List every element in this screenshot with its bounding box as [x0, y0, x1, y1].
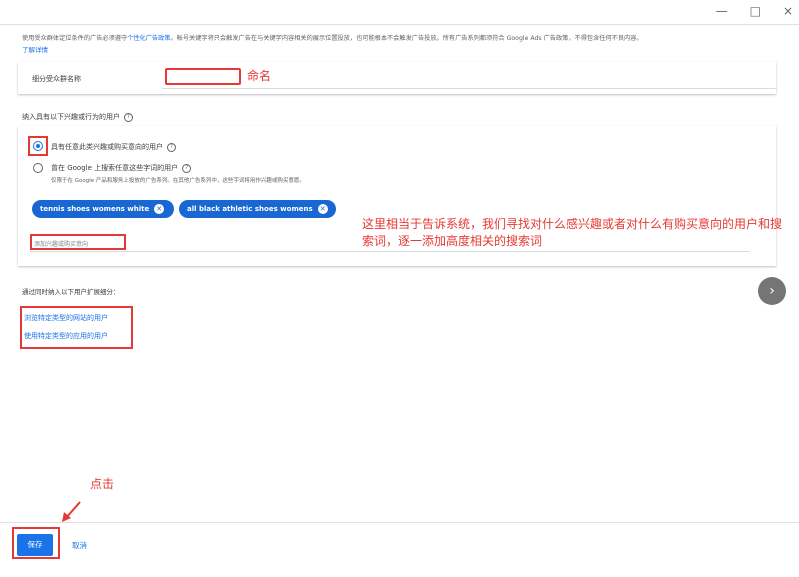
option-any-interest-label: 具有任意此类兴趣或购买意向的用户 [51, 143, 163, 151]
notice-text-after: 。帐号关键字将只会触发广告在与关键字内容相关的展示位置投放，也可能根本不会触发广… [170, 35, 643, 42]
add-interest-input[interactable]: 添加兴趣或购买意向 [30, 234, 126, 250]
maximize-button[interactable]: □ [750, 4, 761, 18]
next-arrow-button[interactable]: › [758, 277, 786, 305]
segment-name-card: 细分受众群名称 [18, 62, 776, 94]
policy-notice: 使用受众群体定位条件的广告必须遵守个性化广告政策。帐号关键字将只会触发广告在与关… [22, 34, 782, 43]
use-apps-link[interactable]: 使用特定类型的应用的用户 [24, 331, 108, 341]
help-icon[interactable]: ? [167, 142, 176, 152]
remove-chip-icon[interactable]: ✕ [154, 204, 165, 214]
annotation-click: 点击 [90, 477, 115, 491]
close-button[interactable]: × [783, 4, 793, 18]
section-title-text: 纳入具有以下兴趣或行为的用户 [22, 113, 120, 121]
minimize-button[interactable]: — [716, 4, 728, 18]
segment-name-underline [162, 88, 777, 89]
save-button[interactable]: 保存 [17, 534, 53, 556]
chip-keyword[interactable]: all black athletic shoes womens ✕ [179, 200, 336, 218]
chip-label: tennis shoes womens white [40, 205, 150, 213]
option-searched-terms-sub: 仅限于在 Google 产品和服务上投放的广告系列。在其他广告系列中，这些字词将… [51, 178, 305, 184]
option-searched-terms-label: 曾在 Google 上搜索任意这些字词的用户 [51, 164, 179, 172]
section-title: 纳入具有以下兴趣或行为的用户? [22, 112, 133, 122]
window-controls: — □ × [716, 4, 793, 18]
help-icon[interactable]: ? [124, 112, 133, 122]
learn-more-link[interactable]: 了解详情 [22, 44, 48, 54]
option-any-interest: 具有任意此类兴趣或购买意向的用户? [51, 142, 176, 152]
expand-title: 通过同时纳入以下用户扩展细分： [22, 288, 120, 296]
cancel-button[interactable]: 取消 [72, 540, 87, 551]
annotation-name: 命名 [247, 69, 272, 83]
help-icon[interactable]: ? [182, 163, 192, 173]
annotation-explain: 这里相当于告诉系统，我们寻找对什么感兴趣或者对什么有购买意向的用户和搜索词，逐一… [362, 217, 783, 248]
add-interest-underline [30, 251, 750, 252]
notice-text-before: 使用受众群体定位条件的广告必须遵守 [22, 35, 128, 42]
bottom-divider [0, 522, 799, 523]
policy-link[interactable]: 个性化广告政策 [127, 35, 170, 42]
chip-label: all black athletic shoes womens [187, 205, 313, 213]
segment-name-label: 细分受众群名称 [32, 75, 81, 83]
option-searched-terms: 曾在 Google 上搜索任意这些字词的用户? [51, 163, 192, 173]
chip-keyword[interactable]: tennis shoes womens white ✕ [32, 200, 174, 218]
top-divider [0, 24, 799, 25]
segment-name-input[interactable] [165, 68, 241, 85]
remove-chip-icon[interactable]: ✕ [317, 204, 328, 214]
radio-searched-terms[interactable] [33, 163, 43, 173]
browse-websites-link[interactable]: 浏览特定类型的网站的用户 [24, 313, 108, 323]
radio-any-interest[interactable] [33, 141, 43, 151]
